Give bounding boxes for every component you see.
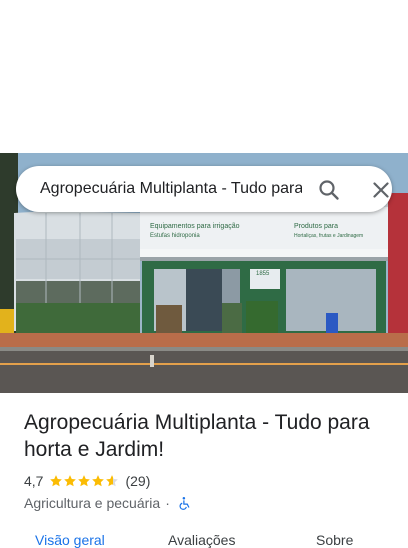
category-text: Agricultura e pecuária (24, 495, 161, 511)
rating-value: 4,7 (24, 473, 44, 489)
star-rating (49, 474, 119, 488)
star-icon (64, 475, 77, 487)
review-count[interactable]: (29) (125, 473, 150, 489)
sign-left-text: Equipamentos para irrigação (150, 223, 240, 230)
category-row: Agricultura e pecuária · (24, 494, 192, 512)
star-icon (78, 475, 91, 487)
close-icon[interactable] (368, 177, 394, 203)
separator-dot: · (165, 495, 170, 511)
sign-right-text-2: Hortaliças, frutas e Jardinagem (294, 233, 364, 239)
star-icon (50, 475, 63, 487)
rating-row[interactable]: 4,7 (29) (24, 472, 150, 490)
tab-bar: Visão geral Avaliações Sobre (0, 528, 408, 548)
place-info-panel: Agropecuária Multiplanta - Tudo para hor… (0, 393, 408, 548)
place-title: Agropecuária Multiplanta - Tudo para hor… (24, 411, 370, 461)
search-icon[interactable] (316, 177, 342, 203)
star-half-icon (106, 475, 119, 487)
wheelchair-icon (179, 496, 190, 510)
map-top-area (0, 0, 408, 153)
sign-left-text-2: Estufas hidroponia (150, 233, 200, 239)
search-input[interactable]: Agropecuária Multiplanta - Tudo para hor… (40, 180, 302, 198)
sign-right-text: Produtos para (294, 223, 338, 230)
search-bar[interactable]: Agropecuária Multiplanta - Tudo para hor… (16, 166, 392, 212)
star-icon (92, 475, 105, 487)
building-number: 1855 (256, 271, 270, 277)
